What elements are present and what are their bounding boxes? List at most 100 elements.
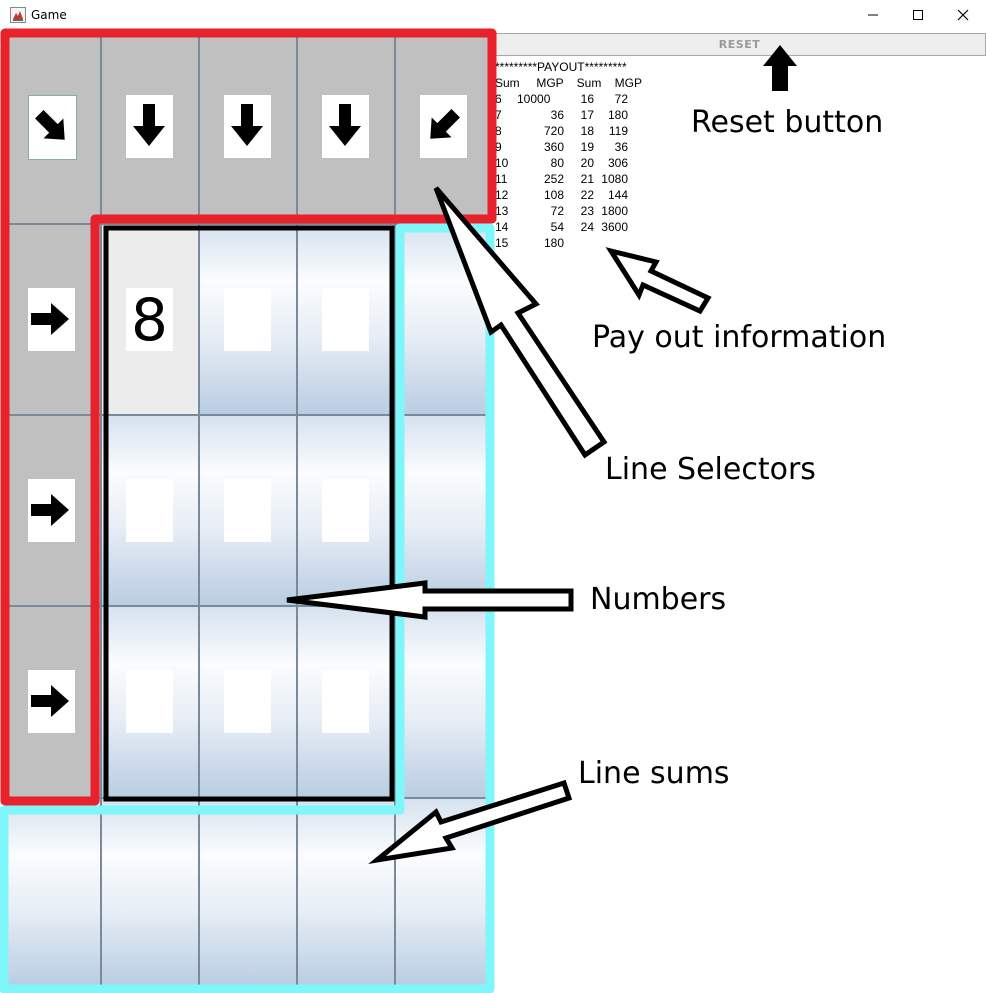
number-cell[interactable] [298,607,394,797]
payout-row: 11 252 21 1080 [495,171,642,187]
selector-tile [420,95,467,158]
payout-sum: 8 [495,124,502,138]
payout-row: 15 180 [495,235,642,251]
payout-mgp: 360 [543,140,564,154]
number-cell[interactable] [102,607,198,797]
selector-tile [28,479,75,542]
number-cell[interactable] [102,416,198,605]
selector-tile [28,95,77,160]
maximize-icon [913,10,923,20]
payout-mgp: 72 [614,92,628,106]
number-tile [224,479,271,542]
reset-button[interactable]: RESET [493,33,986,56]
close-button[interactable] [940,0,986,30]
payout-mgp: 1080 [601,172,628,186]
payout-sum: 22 [580,188,594,202]
window-titlebar: Game [0,0,986,30]
payout-arrow-icon [605,247,712,315]
number-tile [126,670,173,733]
window-title: Game [31,8,67,22]
line-sum-bottom [4,799,100,987]
payout-sum: 11 [495,172,508,186]
payout-sum: 24 [580,220,594,234]
line-sum-row-2 [396,416,488,605]
line-selector-diagonal-down-right[interactable] [4,37,100,223]
payout-row: 10 80 20 306 [495,155,642,171]
payout-table: *********PAYOUT********* Sum MGP Sum MGP 6 1… [495,59,642,251]
minimize-button[interactable] [850,0,896,30]
payout-sum: 20 [580,156,594,170]
line-selector-row-1[interactable] [4,225,100,414]
payout-mgp: 72 [550,204,564,218]
number-cell[interactable] [200,225,296,414]
payout-sum: 23 [580,204,594,218]
number-cell[interactable] [298,416,394,605]
number-tile [224,288,271,351]
payout-row: 14 54 24 3600 [495,219,642,235]
number-cell[interactable] [200,416,296,605]
payout-column-headers: Sum MGP Sum MGP [495,75,642,91]
selector-tile [224,95,271,158]
arrow-down-right-icon [35,110,65,140]
payout-sum: 21 [580,172,594,186]
maximize-button[interactable] [895,0,941,30]
payout-sum: 13 [495,204,509,218]
payout-mgp: 180 [607,108,628,122]
payout-mgp: 80 [550,156,564,170]
line-selector-row-3[interactable] [4,607,100,797]
line-selector-column-1[interactable] [102,37,198,223]
payout-header: *********PAYOUT********* [495,60,627,74]
column-header: Sum [576,76,602,90]
number-tile [322,288,369,351]
number-tile [322,670,369,733]
number-cell[interactable] [200,607,296,797]
line-sum-row-1 [396,225,488,414]
annotation-numbers: Numbers [590,582,727,617]
payout-row: 9 360 19 36 [495,139,642,155]
annotation-line-selectors: Line Selectors [605,452,816,487]
payout-sum: 15 [495,236,509,250]
line-sum-bottom [102,799,198,987]
payout-sum: 10 [495,156,509,170]
payout-sum: 19 [580,140,594,154]
column-header: MGP [536,76,564,90]
column-header: MGP [614,76,642,90]
payout-row: 7 36 17 180 [495,107,642,123]
arrow-right-icon [31,303,69,335]
arrow-right-icon [31,494,69,526]
close-icon [957,9,969,21]
line-sum-bottom [298,799,394,987]
selector-tile [28,670,75,733]
selector-tile [322,95,369,158]
payout-mgp: 252 [543,172,564,186]
number-tile [322,479,369,542]
arrow-down-left-icon [430,109,460,139]
number-cell[interactable]: 8 [102,225,198,414]
payout-sum: 7 [495,108,502,122]
minimize-icon [868,14,878,16]
arrow-down-icon [231,104,263,146]
payout-sum: 16 [580,92,594,106]
line-selector-column-2[interactable] [200,37,296,223]
payout-mgp: 119 [608,124,628,138]
payout-mgp: 108 [543,188,564,202]
payout-mgp: 144 [607,188,628,202]
number-tile: 8 [126,286,173,354]
line-selector-column-3[interactable] [298,37,394,223]
payout-mgp: 36 [550,108,564,122]
arrow-down-icon [329,104,361,146]
annotation-line-sums: Line sums [578,756,730,791]
number-tile [224,670,271,733]
annotation-reset-button: Reset button [691,105,884,140]
payout-sum: 12 [495,188,509,202]
payout-mgp: 306 [607,156,628,170]
payout-row: 13 72 23 1800 [495,203,642,219]
payout-mgp: 720 [543,124,564,138]
payout-mgp: 1800 [601,204,628,218]
line-selector-diagonal-down-left[interactable] [396,37,488,223]
number-cell[interactable] [298,225,394,414]
payout-mgp: 54 [550,220,564,234]
payout-mgp: 36 [614,140,628,154]
line-selector-row-2[interactable] [4,416,100,605]
payout-mgp: 10000 [517,92,551,106]
